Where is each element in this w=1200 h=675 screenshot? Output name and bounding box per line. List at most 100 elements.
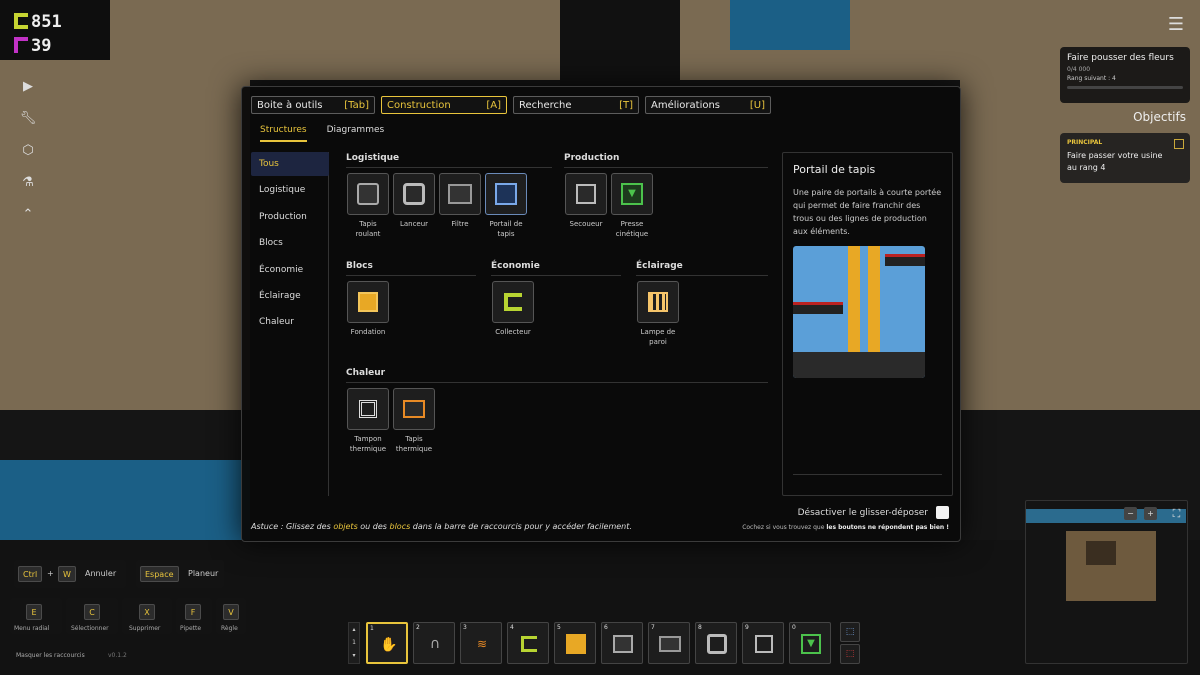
objective-tag: PRINCIPAL xyxy=(1067,139,1103,146)
cave xyxy=(560,0,680,90)
cube-icon[interactable]: ⬡ xyxy=(18,134,38,166)
item-label: Secoueur xyxy=(569,220,603,228)
category-all[interactable]: Tous xyxy=(251,152,329,176)
delete-icon: ⬚ xyxy=(845,649,855,659)
hotbar-slot[interactable]: 6 xyxy=(601,622,643,664)
item-collector[interactable]: Collecteur xyxy=(491,281,535,337)
build-panel: Boite à outils [Tab] Construction [A] Rech… xyxy=(241,86,961,542)
tab-construction[interactable]: Construction [A] xyxy=(381,96,507,114)
item-foundation[interactable]: Fondation xyxy=(346,281,390,337)
flask-icon[interactable]: ⚗ xyxy=(18,166,38,198)
hide-shortcuts-link[interactable]: Masquer les raccourcis xyxy=(16,652,85,659)
item-conveyor-portal[interactable]: Portail de tapis xyxy=(484,173,528,239)
hotbar-slot[interactable]: 9 xyxy=(742,622,784,664)
hotbar-slot[interactable]: 2 ∩ xyxy=(413,622,455,664)
hotbar-slot[interactable]: 7 xyxy=(648,622,690,664)
category-heat[interactable]: Chaleur xyxy=(251,310,329,334)
category-logistics[interactable]: Logistique xyxy=(251,178,329,202)
item-thermal-buffer[interactable]: Tampon thermique xyxy=(346,388,390,454)
tab-toolbox[interactable]: Boite à outils [Tab] xyxy=(251,96,375,114)
slot-number: 5 xyxy=(557,624,561,631)
ruler-label: Règle xyxy=(221,625,238,632)
item-label: Lampe de paroi xyxy=(640,328,676,346)
item-shaker[interactable]: Secoueur xyxy=(564,173,608,229)
crystal-icon xyxy=(14,37,28,53)
hand-icon: ✋ xyxy=(380,637,398,653)
shaker-icon xyxy=(565,173,607,215)
preview-image xyxy=(793,246,925,378)
tip-prefix: Astuce : Glissez des xyxy=(251,522,334,531)
tab-bar: Boite à outils [Tab] Construction [A] Rech… xyxy=(251,96,771,114)
filter-icon xyxy=(439,173,481,215)
copper-icon xyxy=(14,13,28,29)
f-key: F xyxy=(185,604,201,620)
item-thermal-conveyor[interactable]: Tapis thermique xyxy=(392,388,436,454)
zoom-out-button[interactable]: − xyxy=(1124,507,1137,520)
undo-label: Annuler xyxy=(85,569,117,578)
item-label: Collecteur xyxy=(495,328,531,336)
hotbar-slot[interactable]: 4 xyxy=(507,622,549,664)
hotbar-pager[interactable]: ▴ 1 ▾ xyxy=(348,622,360,664)
item-filter[interactable]: Filtre xyxy=(438,173,482,229)
magnet-icon: ∩ xyxy=(429,636,441,652)
hamburger-menu-icon[interactable]: ☰ xyxy=(1168,14,1184,35)
item-conveyor[interactable]: Tapis roulant xyxy=(346,173,390,239)
conveyor-icon xyxy=(347,173,389,215)
delete-mode-button[interactable]: ⬚ xyxy=(840,644,860,664)
drag-toggle-label: Désactiver le glisser-déposer xyxy=(797,508,928,518)
section-heat-title: Chaleur xyxy=(346,368,768,383)
hotbar-slot[interactable]: 1 ✋ xyxy=(366,622,408,664)
objectives-title: Objectifs xyxy=(1133,110,1186,124)
conveyor-icon xyxy=(612,633,634,655)
drag-toggle-checkbox[interactable] xyxy=(936,506,949,519)
item-label: Presse cinétique xyxy=(615,220,649,238)
press-icon: ▼ xyxy=(800,633,822,655)
subtab-structures[interactable]: Structures xyxy=(260,125,307,142)
slot-number: 3 xyxy=(463,624,467,631)
goal-next-rank: Rang suivant : 4 xyxy=(1067,75,1116,82)
minimap-water xyxy=(1026,509,1186,523)
category-lighting[interactable]: Éclairage xyxy=(251,284,329,308)
category-production[interactable]: Production xyxy=(251,205,329,229)
tab-key: [U] xyxy=(749,99,765,111)
play-icon[interactable]: ▶ xyxy=(18,70,38,102)
zoom-in-button[interactable]: + xyxy=(1144,507,1157,520)
tab-key: [A] xyxy=(486,99,501,111)
tab-research[interactable]: Recherche [T] xyxy=(513,96,639,114)
blueprint-button[interactable]: ⬚ xyxy=(840,622,860,642)
objective-text: Faire passer votre usine au rang 4 xyxy=(1067,151,1163,172)
hotbar-slot[interactable]: 8 xyxy=(695,622,737,664)
section-production-title: Production xyxy=(564,153,768,168)
item-label: Tapis thermique xyxy=(395,435,433,453)
tab-label: Construction xyxy=(387,99,451,111)
tab-upgrades[interactable]: Améliorations [U] xyxy=(645,96,771,114)
hotbar-slot[interactable]: 5 xyxy=(554,622,596,664)
copper-counter: 851 xyxy=(14,12,62,32)
subtab-diagrams[interactable]: Diagrammes xyxy=(327,125,385,142)
detail-title: Portail de tapis xyxy=(793,163,876,176)
category-economy[interactable]: Économie xyxy=(251,258,329,282)
slot-number: 0 xyxy=(792,624,796,631)
preview-belt xyxy=(793,302,843,314)
ctrl-key: Ctrl xyxy=(18,566,43,582)
chevrons-up-icon[interactable]: ⌃ xyxy=(18,198,38,230)
hotbar-slot[interactable]: 0 ▼ xyxy=(789,622,831,664)
objective-card[interactable]: PRINCIPAL Faire passer votre usine au ra… xyxy=(1060,133,1190,183)
slot-number: 1 xyxy=(370,625,374,632)
wrench-icon[interactable]: 🔧︎ xyxy=(18,102,38,134)
expand-icon[interactable]: ⛶ xyxy=(1170,507,1183,520)
category-blocks[interactable]: Blocs xyxy=(251,231,329,255)
hotbar-slot[interactable]: 3 ≋ xyxy=(460,622,502,664)
item-kinetic-press[interactable]: ▼ Presse cinétique xyxy=(610,173,654,239)
item-label: Portail de tapis xyxy=(489,220,523,238)
minimap[interactable]: − + ⛶ xyxy=(1025,500,1188,664)
item-launcher[interactable]: Lanceur xyxy=(392,173,436,229)
tab-label: Boite à outils xyxy=(257,99,323,111)
left-toolbar: ▶ 🔧︎ ⬡ ⚗ ⌃ xyxy=(18,70,38,230)
slot-number: 9 xyxy=(745,624,749,631)
c-key: C xyxy=(84,604,100,620)
item-wall-lamp[interactable]: Lampe de paroi xyxy=(636,281,680,347)
goal-card[interactable]: Faire pousser des fleurs 0/4 000 Rang su… xyxy=(1060,47,1190,103)
launcher-icon xyxy=(706,633,728,655)
x-key: X xyxy=(139,604,155,620)
